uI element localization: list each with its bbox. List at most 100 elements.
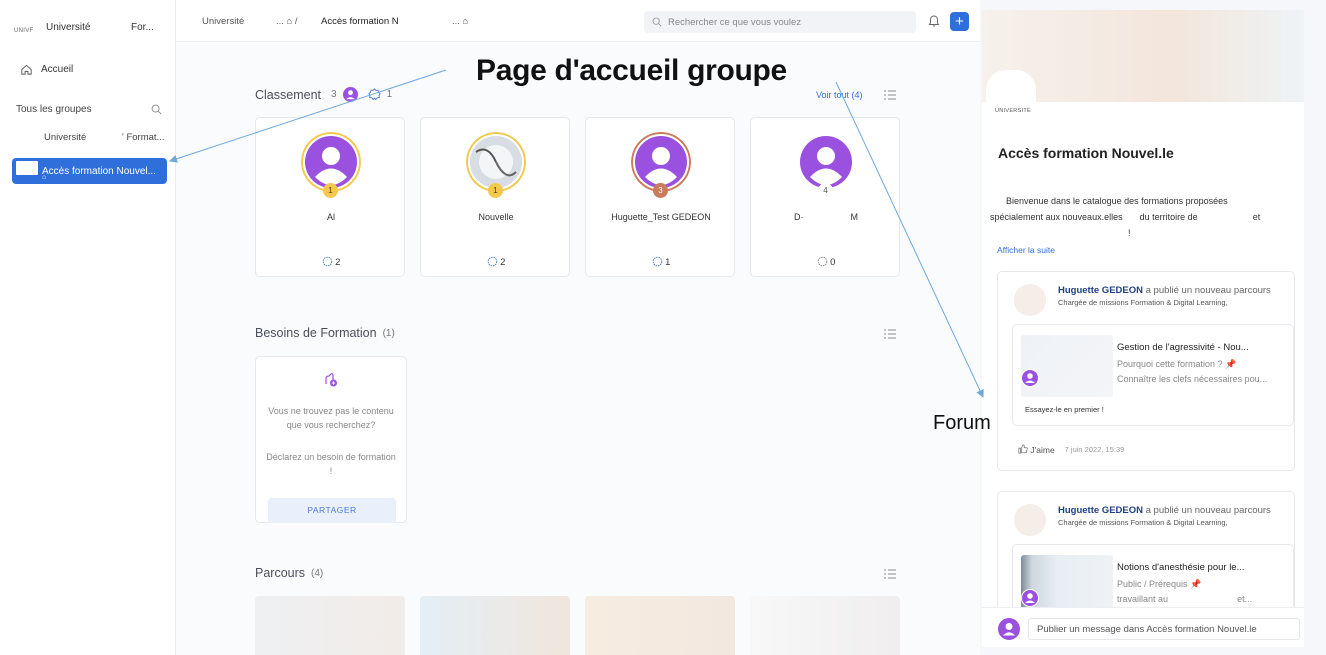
ranking-card[interactable]: 3 Huguette_Test GEDEON 1 [585,117,735,277]
ranking-card[interactable]: 4 D· M 0 [750,117,900,277]
post-action: a publié un nouveau parcours [1142,505,1271,516]
show-more-link[interactable]: Afficher la suite [997,245,1055,255]
rank-badge: 4 [818,183,833,198]
author-avatar[interactable] [1014,284,1046,316]
members-count: 3 [331,89,337,100]
member-points: 0 [751,256,901,268]
thumbs-up-icon [1018,444,1028,454]
author-role: Chargée de missions Formation & Digital … [1058,298,1228,307]
breadcrumb-item[interactable]: Université [202,16,244,27]
author-avatar[interactable] [1014,504,1046,536]
points-count: 1 [386,89,393,100]
search-input[interactable]: Rechercher ce que vous voulez [644,11,916,33]
post-footer: J'aime 7 juin 2022, 15:39 [1018,444,1124,455]
forum-post: Huguette GEDEON a publié un nouveau parc… [997,271,1295,471]
rank-badge: 1 [488,183,503,198]
member-points: 2 [421,256,571,268]
bell-icon[interactable] [927,14,941,28]
need-prompt-text: Vous ne trouvez pas le contenu que vous … [268,406,394,430]
member-name-first: D· [793,212,804,222]
author-role: Chargée de missions Formation & Digital … [1058,518,1228,527]
sidebar-item-label-suffix: ' Format... [122,132,165,143]
org-short: For... [131,22,154,33]
org-name: Université [46,22,91,33]
course-line-part: et... [1237,594,1253,604]
message-input[interactable]: Publier un message dans Accès formation … [1028,618,1300,640]
course-title: Gestion de l'agressivité - Nou... [1117,342,1249,353]
author-name[interactable]: Huguette GEDEON [1058,505,1143,516]
author-name[interactable]: Huguette GEDEON [1058,285,1143,296]
list-view-icon[interactable] [884,329,896,339]
course-image [1021,335,1113,397]
sidebar-item-label: Université [44,132,87,143]
post-header: Huguette GEDEON a publié un nouveau parc… [1058,505,1271,516]
hand-plus-icon [325,373,337,387]
user-avatar-icon [998,618,1020,640]
points-value: 0 [830,257,836,268]
course-thumbnail[interactable] [255,596,405,655]
breadcrumb-current[interactable]: Accès formation N [321,16,399,27]
section-title: Besoins de Formation [255,326,377,340]
sidebar-item-label: Accès formation Nouvel... [42,165,156,177]
user-avatar-icon [1021,589,1039,607]
sidebar-item-group-universite[interactable]: Université ' Format... [14,130,170,146]
org-logo [986,70,1036,106]
groups-section-title: Tous les groupes [16,104,92,115]
description-line: ! [1128,228,1131,238]
member-name-last: M [850,212,859,222]
breadcrumb-separator: ... ⌂ [452,16,469,27]
course-preview[interactable]: Gestion de l'agressivité - Nou... Pourqu… [1012,324,1294,426]
section-count: (4) [311,567,324,579]
group-description: Bienvenue dans le catalogue des formatio… [990,193,1296,241]
points-icon [487,256,497,267]
group-title: Accès formation Nouvel.le [998,145,1174,161]
sidebar-item-label: Accueil [41,63,74,75]
sidebar-item-home[interactable]: Accueil [20,60,73,78]
rank-badge: 3 [653,183,668,198]
main-content: Classement 3 1 Voir tout (4) 1 Al 2 1 No… [176,43,980,655]
course-line: Pourquoi cette formation ? 📌 [1117,359,1237,369]
post-date: 7 juin 2022, 15:39 [1064,445,1125,454]
user-avatar-icon [1021,369,1039,387]
share-button[interactable]: PARTAGER [268,498,396,523]
besoins-header: Besoins de Formation (1) [255,326,395,340]
ranking-card[interactable]: 1 Al 2 [255,117,405,277]
member-points: 1 [586,256,736,268]
see-all-link[interactable]: Voir tout (4) [816,90,863,100]
member-points: 2 [256,256,406,268]
org-header[interactable]: UNIVF Université For... [14,18,164,40]
search-icon[interactable] [151,104,162,115]
course-thumbnail[interactable] [585,596,735,655]
org-mini-logo: UNIVF [14,28,34,34]
course-line: Connaître les clefs nécessaires pou... [1117,374,1268,384]
description-line: Bienvenue dans le catalogue des formatio… [1006,196,1228,206]
section-title: Parcours [255,566,306,580]
post-action: a publié un nouveau parcours [1142,285,1271,296]
user-icon [342,87,358,102]
parcours-header: Parcours (4) [255,566,323,580]
points-value: 2 [335,257,341,268]
course-line: travaillant au et... [1117,594,1252,604]
ranking-card[interactable]: 1 Nouvelle 2 [420,117,570,277]
sidebar-item-acces-formation[interactable]: ⌂ Accès formation Nouvel... [12,158,167,184]
list-view-icon[interactable] [884,569,896,579]
points-value: 2 [500,257,506,268]
annotation-forum: Forum [933,412,991,434]
description-part: spécialement aux nouveaux.elles [990,212,1123,222]
classement-header: Classement 3 1 [255,87,392,102]
description-part: et [1252,212,1261,222]
member-name: Al [326,212,335,222]
left-sidebar: UNIVF Université For... Accueil Tous les… [0,0,176,655]
points-icon [322,256,332,267]
member-name: Nouvelle [478,212,514,222]
course-line-part: travaillant au [1117,594,1169,604]
member-name: Huguette_Test GEDEON [611,212,711,222]
search-placeholder: Rechercher ce que vous voulez [668,16,802,28]
like-button[interactable]: J'aime [1018,444,1055,455]
lock-icon: ⌂ [42,174,47,181]
annotation-page-title: Page d'accueil groupe [476,54,787,87]
list-view-icon[interactable] [884,90,896,100]
add-button[interactable]: + [950,12,969,31]
course-thumbnail[interactable] [750,596,900,655]
course-thumbnail[interactable] [420,596,570,655]
